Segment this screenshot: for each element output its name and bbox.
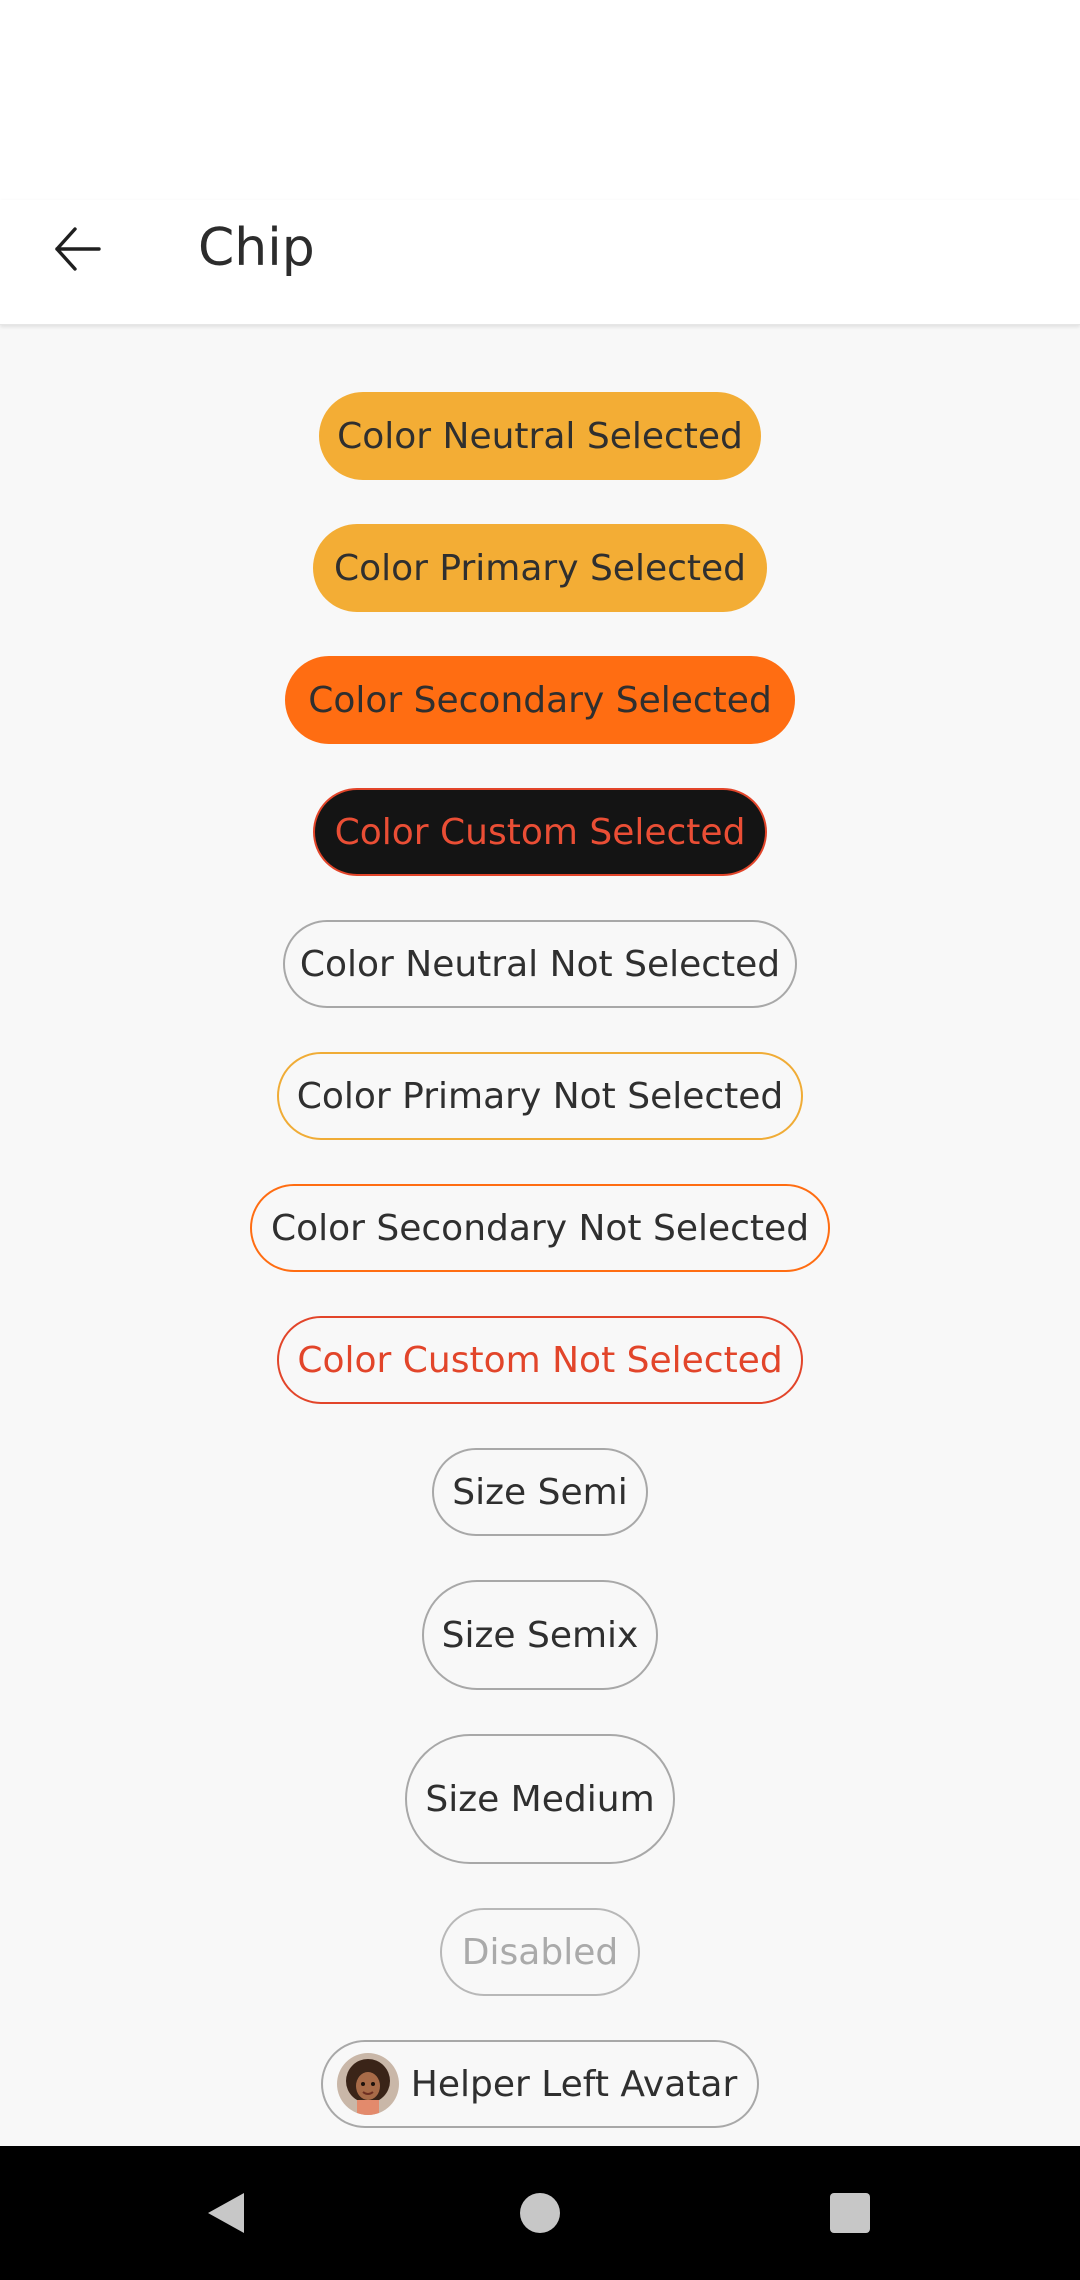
- chip-label: Size Medium: [425, 1778, 655, 1820]
- chip-size-semi[interactable]: Size Semi: [432, 1448, 648, 1536]
- nav-recents-button[interactable]: [810, 2173, 890, 2253]
- status-bar: [0, 0, 1080, 200]
- circle-home-icon: [520, 2193, 560, 2233]
- chip-label: Color Neutral Not Selected: [299, 943, 781, 985]
- chip-label: Size Semix: [441, 1614, 639, 1656]
- chip-disabled: Disabled: [440, 1908, 640, 1996]
- chip-color-neutral-not-selected[interactable]: Color Neutral Not Selected: [283, 920, 797, 1008]
- avatar: [336, 2053, 399, 2115]
- chip-color-secondary-not-selected[interactable]: Color Secondary Not Selected: [250, 1184, 830, 1272]
- chip-size-medium[interactable]: Size Medium: [405, 1734, 675, 1864]
- chip-size-semix[interactable]: Size Semix: [422, 1580, 658, 1690]
- chip-label: Color Secondary Selected: [308, 679, 772, 721]
- chip-color-custom-not-selected[interactable]: Color Custom Not Selected: [277, 1316, 803, 1404]
- chip-label: Color Neutral Selected: [337, 415, 743, 457]
- chip-label: Color Primary Not Selected: [296, 1075, 784, 1117]
- chip-color-secondary-selected[interactable]: Color Secondary Selected: [285, 656, 795, 744]
- chip-label: Color Custom Selected: [334, 811, 746, 853]
- app-bar: Chip: [0, 200, 1080, 325]
- back-button[interactable]: [40, 212, 114, 286]
- nav-home-button[interactable]: [500, 2173, 580, 2253]
- chip-color-primary-selected[interactable]: Color Primary Selected: [313, 524, 767, 612]
- system-nav-bar: [0, 2146, 1080, 2280]
- chip-color-neutral-selected[interactable]: Color Neutral Selected: [319, 392, 761, 480]
- chip-color-primary-not-selected[interactable]: Color Primary Not Selected: [277, 1052, 803, 1140]
- square-recents-icon: [830, 2193, 870, 2233]
- arrow-left-icon: [55, 227, 101, 271]
- chip-label: Disabled: [461, 1931, 619, 1973]
- chip-list: Color Neutral Selected Color Primary Sel…: [0, 326, 1080, 2146]
- chip-label: Helper Left Avatar: [410, 2063, 738, 2105]
- chip-label: Color Primary Selected: [333, 547, 747, 589]
- chip-label: Color Secondary Not Selected: [270, 1207, 810, 1249]
- chip-label: Color Custom Not Selected: [297, 1339, 783, 1381]
- page-title: Chip: [198, 218, 315, 278]
- nav-back-button[interactable]: [186, 2173, 266, 2253]
- chip-color-custom-selected[interactable]: Color Custom Selected: [313, 788, 767, 876]
- chip-helper-left-avatar[interactable]: Helper Left Avatar: [321, 2040, 759, 2128]
- chip-label: Size Semi: [452, 1471, 628, 1513]
- triangle-back-icon: [208, 2193, 244, 2233]
